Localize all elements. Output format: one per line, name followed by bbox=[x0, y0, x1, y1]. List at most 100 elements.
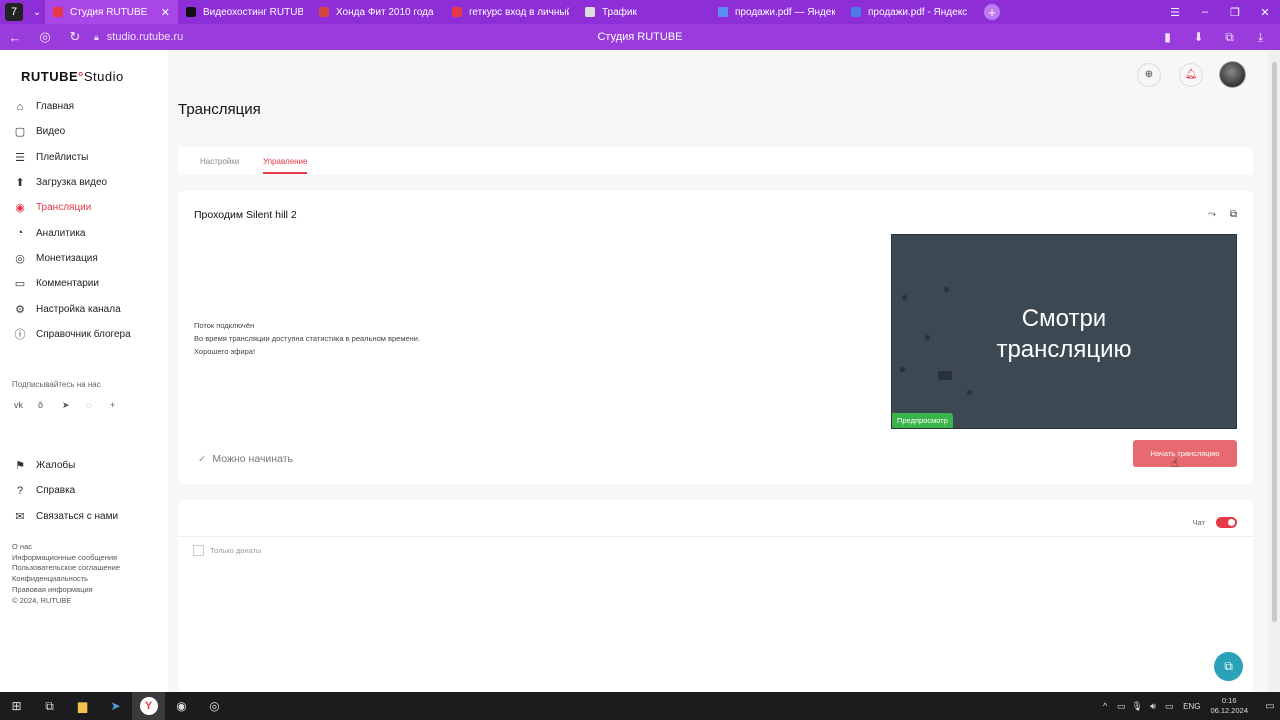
footer-link[interactable]: Информационные сообщения bbox=[12, 553, 120, 564]
plus-icon[interactable]: + bbox=[108, 400, 132, 411]
sidebar-item[interactable]: ✉ Связаться с нами bbox=[0, 504, 168, 529]
tab-list-chevron-icon[interactable]: ⌄ bbox=[29, 4, 45, 20]
browser-tab[interactable]: Студия RUTUBE ✕ bbox=[45, 0, 178, 24]
footer-link[interactable]: О нас bbox=[12, 542, 120, 553]
browser-tab[interactable]: Хонда Фит 2010 года в Х bbox=[311, 0, 444, 24]
microphone-icon[interactable]: 🎙︎ bbox=[1129, 701, 1145, 712]
file-explorer-icon[interactable]: ▆ bbox=[66, 692, 99, 720]
sidebar-item-label: Жалобы bbox=[36, 460, 76, 472]
new-tab-button[interactable]: + bbox=[984, 4, 1000, 20]
tab-count-badge[interactable]: 7 bbox=[5, 3, 23, 21]
reload-icon[interactable]: ↻ bbox=[60, 29, 90, 45]
footer-link[interactable]: Конфиденциальность bbox=[12, 574, 120, 585]
chat-label: Чат bbox=[1192, 518, 1205, 527]
sidebar-menu: ⌂ Главная ▢ Видео ☰ Плейлисты ⬆ Загрузка видео ◉… bbox=[0, 94, 168, 347]
url-field[interactable]: 🔒︎ studio.rutube.ru bbox=[94, 31, 183, 43]
os-taskbar: ⊞ ⧉ ▆ ➤ Y ◉ ◎ ^ ▭ 🎙︎ 🔊︎ ▭ ENG 0:16 06.12… bbox=[0, 692, 1280, 720]
stream-title: Проходим Silent hill 2 bbox=[194, 209, 297, 221]
share-icon[interactable]: ⤳ bbox=[1208, 209, 1216, 220]
yandex-browser-icon[interactable]: Y bbox=[132, 692, 165, 720]
sidebar-item[interactable]: ⌂ Главная bbox=[0, 94, 168, 119]
footer-link[interactable]: Пользовательское соглашение bbox=[12, 563, 120, 574]
footer-link[interactable]: Правовая информация bbox=[12, 585, 120, 596]
scrollbar-thumb[interactable] bbox=[1272, 62, 1277, 622]
tray-app-icon[interactable]: ▭ bbox=[1113, 701, 1129, 712]
viber-icon[interactable]: ◌ bbox=[84, 400, 108, 411]
preview-decor bbox=[902, 295, 907, 300]
sidebar-item[interactable]: ◎ Монетизация bbox=[0, 246, 168, 271]
clock-date: 06.12.2024 bbox=[1210, 706, 1248, 715]
notifications-bell-icon[interactable]: 🔔︎ bbox=[1179, 62, 1203, 87]
sidebar-item-label: Связаться с нами bbox=[36, 510, 119, 522]
avatar[interactable] bbox=[1219, 61, 1246, 88]
rutube-studio-logo[interactable]: RUTUBE°Studio bbox=[21, 69, 124, 84]
sidebar-item-label: Справка bbox=[36, 485, 76, 497]
create-icon[interactable]: ⊕ bbox=[1137, 62, 1161, 87]
browser-tab[interactable]: продажи.pdf — Яндекс.Д bbox=[710, 0, 843, 24]
system-tray: ^ ▭ 🎙︎ 🔊︎ ▭ ENG 0:16 06.12.2024 ▭ bbox=[1097, 692, 1280, 720]
donates-only-option[interactable]: Только донаты bbox=[193, 545, 261, 556]
chat-toggle[interactable] bbox=[1216, 517, 1237, 528]
bookmark-icon[interactable]: ▮ bbox=[1152, 30, 1183, 45]
protect-icon[interactable]: ◎ bbox=[30, 29, 60, 45]
favicon-icon bbox=[585, 7, 595, 17]
notifications-icon[interactable]: ▭ bbox=[1260, 701, 1280, 712]
sidebar-item[interactable]: ⚑ Жалобы bbox=[0, 453, 168, 478]
ok-icon[interactable]: ǒ bbox=[36, 400, 60, 411]
page-scrollbar[interactable] bbox=[1268, 50, 1280, 692]
clock[interactable]: 0:16 06.12.2024 bbox=[1210, 696, 1248, 716]
stream-preview[interactable]: Смотри трансляцию Предпросмотр bbox=[891, 234, 1237, 429]
browser-tab[interactable]: продажи.pdf - Яндекс До bbox=[843, 0, 976, 24]
back-icon[interactable]: ← bbox=[0, 30, 30, 45]
stream-tabs: Настройки Управление bbox=[178, 147, 1253, 175]
tray-expand-icon[interactable]: ^ bbox=[1097, 701, 1113, 711]
network-icon[interactable]: ▭ bbox=[1161, 701, 1177, 712]
sidebar-item[interactable]: ☰ Плейлисты bbox=[0, 145, 168, 170]
sidebar-item[interactable]: ◉ Трансляции bbox=[0, 195, 168, 220]
restore-icon[interactable]: ❐ bbox=[1220, 6, 1250, 19]
divider bbox=[178, 536, 1253, 537]
menu-icon[interactable]: ☰ bbox=[1160, 6, 1190, 19]
collections-icon[interactable]: ⧉ bbox=[1214, 30, 1245, 45]
sidebar-item[interactable]: ⓘ Справочник блогера bbox=[0, 322, 168, 347]
sidebar-item[interactable]: ⬆ Загрузка видео bbox=[0, 170, 168, 195]
tab-title: Видеохостинг RUTUBE. С bbox=[203, 6, 303, 18]
telegram-icon[interactable]: ➤ bbox=[60, 400, 84, 411]
close-tab-icon[interactable]: ✕ bbox=[161, 6, 170, 19]
sidebar-item[interactable]: ◔ Аналитика bbox=[0, 220, 168, 245]
browser-tab[interactable]: Видеохостинг RUTUBE. С bbox=[178, 0, 311, 24]
telegram-app-icon[interactable]: ➤ bbox=[99, 692, 132, 720]
favicon-icon bbox=[718, 7, 728, 17]
sidebar-item[interactable]: ? Справка bbox=[0, 478, 168, 503]
browser-tab[interactable]: Трафик bbox=[577, 0, 710, 24]
windows-start-icon[interactable]: ⊞ bbox=[0, 692, 33, 720]
minimize-icon[interactable]: – bbox=[1190, 6, 1220, 18]
sidebar-item[interactable]: ▢ Видео bbox=[0, 119, 168, 144]
donates-only-label: Только донаты bbox=[210, 546, 262, 555]
donates-only-checkbox[interactable] bbox=[193, 545, 204, 556]
sidebar-item-label: Настройка канала bbox=[36, 303, 121, 315]
language-indicator[interactable]: ENG bbox=[1183, 702, 1200, 711]
money-icon: ◎ bbox=[15, 252, 25, 265]
lock-icon: 🔒︎ bbox=[94, 31, 99, 42]
task-view-icon[interactable]: ⧉ bbox=[33, 692, 66, 720]
recorder-app-icon[interactable]: ◎ bbox=[198, 692, 231, 720]
sidebar-item[interactable]: ▭ Комментарии bbox=[0, 271, 168, 296]
start-stream-button[interactable]: Начать трансляцию bbox=[1133, 440, 1237, 467]
sidebar-item[interactable]: ⚙ Настройка канала bbox=[0, 296, 168, 321]
volume-icon[interactable]: 🔊︎ bbox=[1145, 701, 1161, 712]
vk-icon[interactable]: vk bbox=[12, 400, 36, 411]
tab-settings[interactable]: Настройки bbox=[200, 157, 239, 166]
downloads-tray-icon[interactable]: ⤓ bbox=[1245, 30, 1276, 45]
logo-brand: RUTUBE bbox=[21, 69, 79, 84]
sidebar-item-label: Справочник блогера bbox=[36, 328, 131, 340]
close-window-icon[interactable]: ✕ bbox=[1250, 6, 1280, 19]
download-icon[interactable]: ⬇ bbox=[1183, 30, 1214, 45]
tab-management[interactable]: Управление bbox=[263, 157, 308, 174]
stream-status: Поток подключён Во время трансляции дост… bbox=[194, 319, 420, 358]
ready-indicator: ✓ Можно начинать bbox=[198, 453, 293, 465]
obs-app-icon[interactable]: ◉ bbox=[165, 692, 198, 720]
open-external-icon[interactable]: ⧉ bbox=[1230, 209, 1237, 220]
support-chat-button[interactable]: ⧉ bbox=[1214, 652, 1243, 681]
browser-tab[interactable]: геткурс вход в личный ка bbox=[444, 0, 577, 24]
